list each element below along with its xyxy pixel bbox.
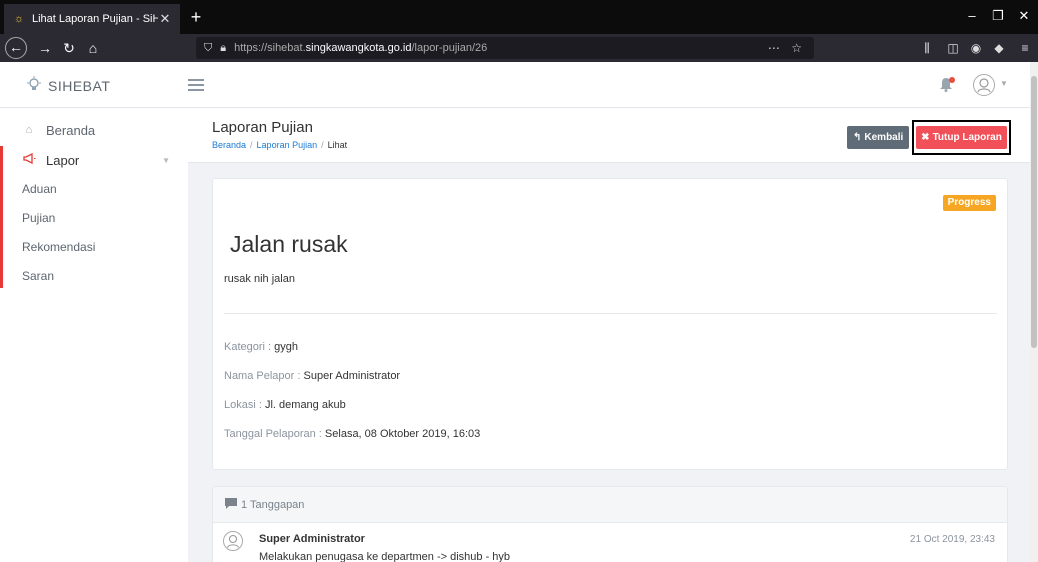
chevron-down-icon: ▼ xyxy=(162,155,170,165)
report-card: Progress Jalan rusak rusak nih jalan Kat… xyxy=(212,178,1008,470)
page-scrollbar[interactable] xyxy=(1030,62,1038,562)
browser-nav-bar: ← → ↻ ⌂ ⛉ 🔒︎ https://sihebat. singkawangk… xyxy=(0,34,1038,62)
menu-icon[interactable]: ≡ xyxy=(1015,39,1035,57)
meta-value: Selasa, 08 Oktober 2019, 16:03 xyxy=(324,428,481,440)
meta-reporter: Nama Pelapor : Super Administrator xyxy=(224,370,400,382)
sidebar-item-pujian[interactable]: Pujian xyxy=(0,203,188,233)
meta-date: Tanggal Pelaporan : Selasa, 08 Oktober 2… xyxy=(224,428,480,440)
comments-panel: 1 Tanggapan Super Administrator 21 Oct 2… xyxy=(212,486,1008,562)
page-title: Laporan Pujian xyxy=(212,119,313,136)
meta-value: Super Administrator xyxy=(303,370,401,382)
sidebar-item-beranda[interactable]: ⌂ Beranda xyxy=(0,116,188,144)
sidebar-item-saran[interactable]: Saran xyxy=(0,261,188,291)
restore-icon[interactable]: ❐ xyxy=(986,6,1010,26)
sidebar-item-aduan[interactable]: Aduan xyxy=(0,174,188,204)
comment-author: Super Administrator xyxy=(259,533,365,545)
favicon-icon: ☼ xyxy=(13,13,25,25)
breadcrumb: Beranda / Laporan Pujian / Lihat xyxy=(212,140,348,150)
page-actions-icon[interactable]: ⋯ ☆ xyxy=(768,41,806,55)
x-icon: ✖ xyxy=(921,132,930,143)
notification-dot xyxy=(949,77,955,83)
sidebar-subitem-label: Saran xyxy=(22,269,55,283)
shield-icon: ⛉ xyxy=(204,41,213,54)
back-button-label: Kembali xyxy=(864,132,904,143)
browser-tab-bar: ☼ Lihat Laporan Pujian - SiHebat ✕ + – ❐… xyxy=(0,0,1038,34)
status-badge: Progress xyxy=(942,195,996,211)
window-close-icon[interactable]: ✕ xyxy=(1012,6,1036,26)
user-avatar[interactable] xyxy=(973,74,995,96)
chevron-down-icon[interactable]: ▼ xyxy=(1000,79,1008,88)
meta-label: Tanggal Pelaporan : xyxy=(224,428,322,440)
comment-icon xyxy=(225,497,237,512)
comments-header: 1 Tanggapan xyxy=(213,487,1007,523)
sidebar-item-lapor[interactable]: Lapor ▼ xyxy=(0,146,188,174)
comment-text: Melakukan penugasa ke departmen -> dishu… xyxy=(259,551,511,562)
comments-count: 1 Tanggapan xyxy=(241,498,305,511)
home-nav-icon[interactable]: ⌂ xyxy=(82,38,104,58)
sidebar-item-label: Beranda xyxy=(46,122,96,138)
divider xyxy=(224,313,997,314)
meta-label: Kategori : xyxy=(224,341,272,353)
app-header: SIHEBAT ▼ xyxy=(0,62,1030,108)
report-description: rusak nih jalan xyxy=(224,273,295,285)
home-icon: ⌂ xyxy=(25,124,33,136)
megaphone-icon xyxy=(22,152,36,167)
extension-two-icon[interactable]: ◆ xyxy=(989,39,1009,57)
report-title: Jalan rusak xyxy=(230,231,348,257)
library-icon[interactable]: ⫼ xyxy=(917,39,937,57)
new-tab-icon[interactable]: + xyxy=(184,6,208,28)
sidebar-subitem-label: Pujian xyxy=(22,211,56,225)
sidebar-subitem-label: Rekomendasi xyxy=(22,240,96,254)
sidebar-item-rekomendasi[interactable]: Rekomendasi xyxy=(0,232,188,262)
forward-arrow-icon[interactable]: → xyxy=(34,38,56,58)
extension-icon[interactable]: ◉ xyxy=(966,39,986,57)
breadcrumb-current: Lihat xyxy=(327,140,348,150)
back-button[interactable]: ↰ Kembali xyxy=(847,126,910,149)
notification-bell-icon[interactable] xyxy=(939,77,955,93)
reload-icon[interactable]: ↻ xyxy=(58,38,80,58)
comment-avatar xyxy=(223,531,243,551)
brand-logo[interactable]: SIHEBAT xyxy=(26,76,110,96)
page-heading: Laporan Pujian Beranda / Laporan Pujian / Li… xyxy=(188,108,1030,163)
url-path: /lapor-pujian/26 xyxy=(411,42,488,54)
sidebar-subitem-label: Aduan xyxy=(22,182,57,196)
hamburger-menu-icon[interactable] xyxy=(188,79,204,91)
meta-value: Jl. demang akub xyxy=(264,399,346,411)
close-report-label: Tutup Laporan xyxy=(932,132,1002,143)
scrollbar-thumb[interactable] xyxy=(1031,76,1037,348)
sidebar-item-label: Lapor xyxy=(46,152,80,168)
close-tab-icon[interactable]: ✕ xyxy=(158,11,172,27)
lightbulb-icon xyxy=(26,76,42,96)
meta-value: gygh xyxy=(274,341,299,353)
breadcrumb-link-laporan-pujian[interactable]: Laporan Pujian xyxy=(257,140,318,150)
reply-arrow-icon: ↰ xyxy=(853,132,862,143)
lock-icon: 🔒︎ xyxy=(220,41,227,54)
url-host: singkawangkota.go.id xyxy=(305,42,412,54)
brand-name: SIHEBAT xyxy=(48,78,111,94)
minimize-icon[interactable]: – xyxy=(960,6,984,26)
sidebar: ⌂ Beranda Lapor ▼ Aduan Pujian Rekomenda… xyxy=(0,108,188,562)
browser-tab[interactable]: ☼ Lihat Laporan Pujian - SiHebat ✕ xyxy=(4,4,180,34)
close-report-button[interactable]: ✖ Tutup Laporan xyxy=(916,126,1007,149)
meta-label: Nama Pelapor : xyxy=(224,370,301,382)
sidebar-toggle-icon[interactable]: ◫ xyxy=(943,39,963,57)
comment-date: 21 Oct 2019, 23:43 xyxy=(909,534,995,545)
url-bar[interactable]: ⛉ 🔒︎ https://sihebat. singkawangkota.go.i… xyxy=(196,37,814,59)
url-prefix: https://sihebat. xyxy=(234,42,306,54)
breadcrumb-link-beranda[interactable]: Beranda xyxy=(212,140,246,150)
meta-category: Kategori : gygh xyxy=(224,341,298,353)
back-arrow-icon[interactable]: ← xyxy=(5,37,27,59)
meta-location: Lokasi : Jl. demang akub xyxy=(224,399,346,411)
active-section-indicator xyxy=(0,146,3,288)
tab-title: Lihat Laporan Pujian - SiHebat xyxy=(32,13,158,25)
meta-label: Lokasi : xyxy=(224,399,262,411)
